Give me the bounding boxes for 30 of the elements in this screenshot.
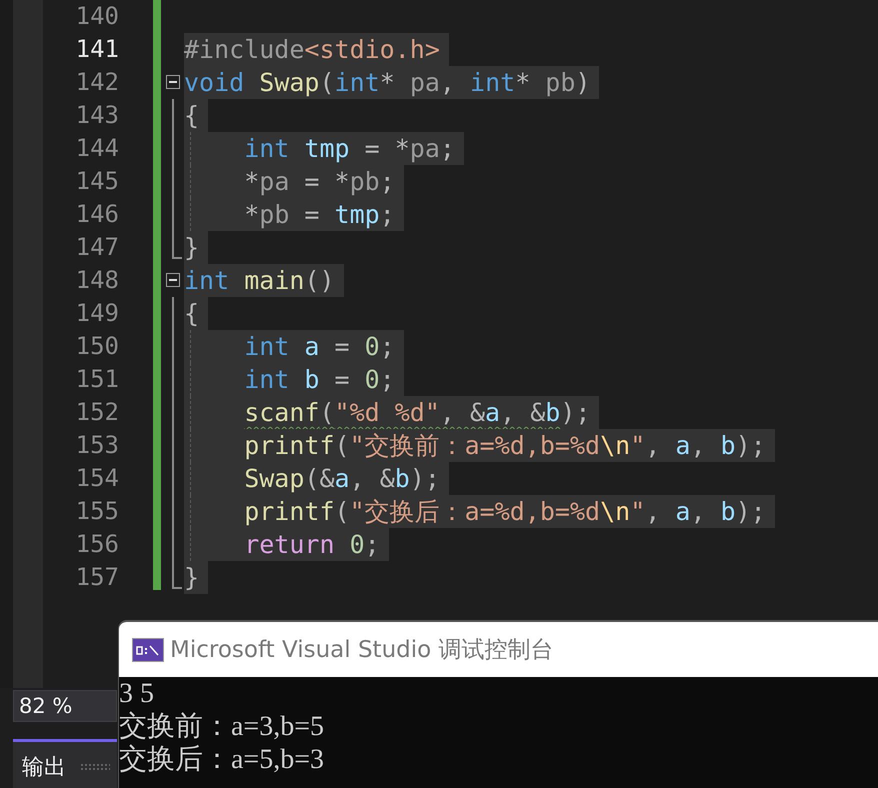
line-number: 140	[74, 1, 119, 32]
line-number: 149	[74, 298, 119, 329]
line-number: 152	[74, 397, 119, 428]
line-number: 154	[74, 463, 119, 494]
output-tab[interactable]: 输出	[13, 739, 117, 788]
zoom-level-field[interactable]: 82 %	[13, 690, 117, 722]
console-output-line: 3 5	[119, 677, 155, 710]
line-number: 150	[74, 331, 119, 362]
console-title: Microsoft Visual Studio 调试控制台	[170, 636, 554, 665]
line-number: 141	[74, 34, 119, 65]
collapse-icon[interactable]	[166, 75, 180, 89]
grip-icon	[80, 762, 110, 770]
line-number: 151	[74, 364, 119, 395]
line-number: 143	[74, 100, 119, 131]
line-number: 155	[74, 496, 119, 527]
fold-end-line	[172, 231, 182, 259]
line-number: 156	[74, 529, 119, 560]
fold-end-line	[172, 561, 182, 589]
line-number: 157	[74, 562, 119, 593]
line-number: 144	[74, 133, 119, 164]
console-icon	[132, 638, 164, 662]
collapse-icon[interactable]	[166, 273, 180, 287]
console-output-line: 交换后：a=5,b=3	[119, 743, 326, 776]
line-number: 145	[74, 166, 119, 197]
line-number: 142	[74, 67, 119, 98]
line-number: 153	[74, 430, 119, 461]
line-number: 148	[74, 265, 119, 296]
line-number: 147	[74, 232, 119, 263]
line-number: 146	[74, 199, 119, 230]
console-output-line: 交换前：a=3,b=5	[119, 710, 326, 743]
